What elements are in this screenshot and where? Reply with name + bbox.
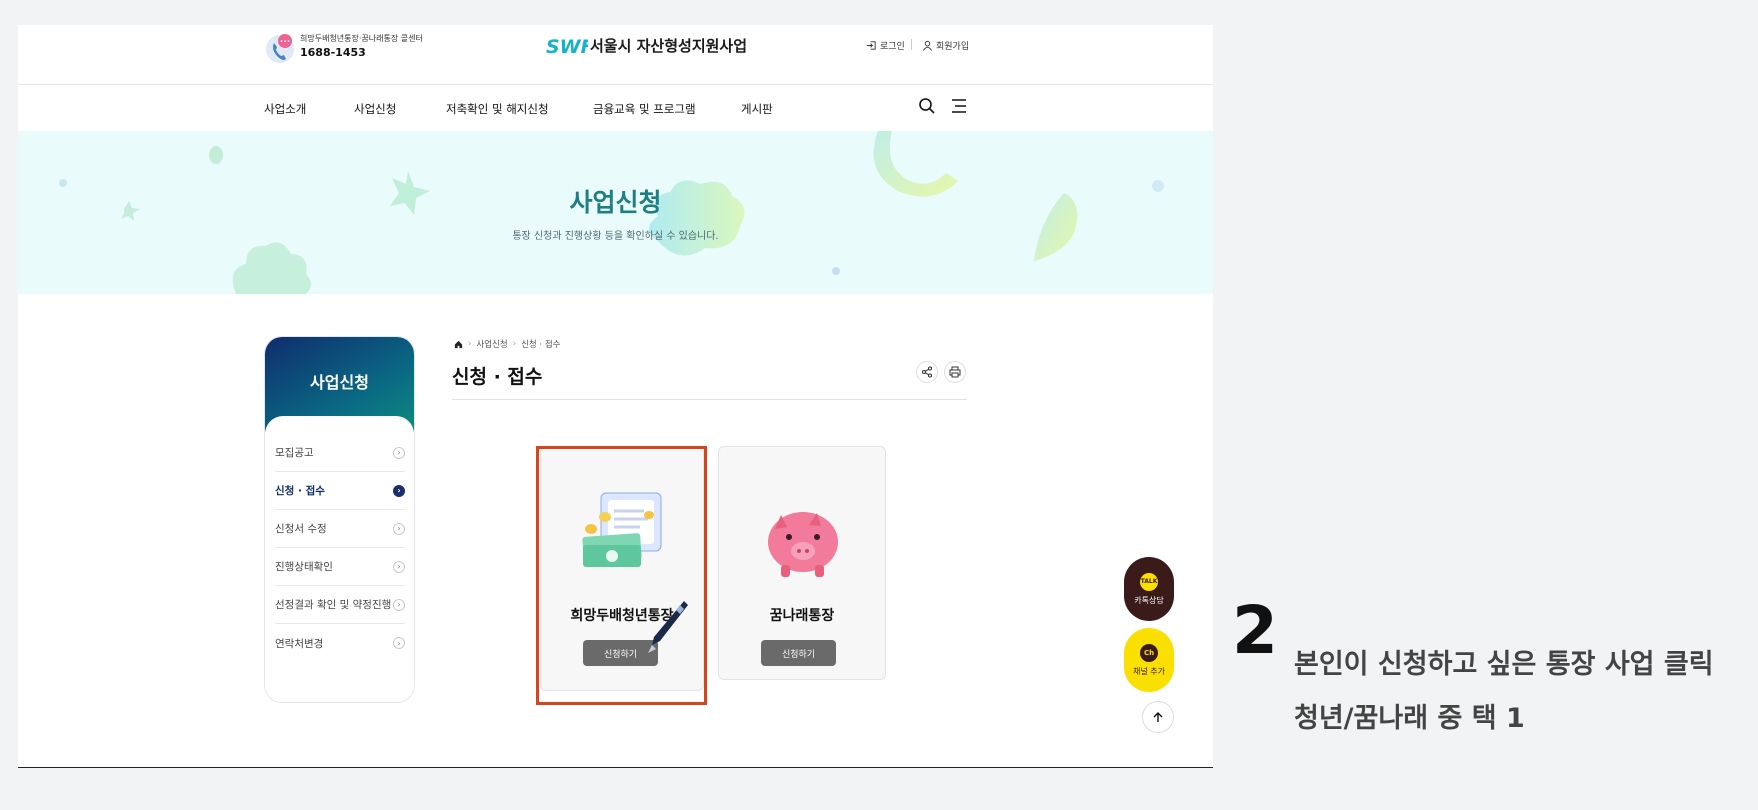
chevron-right-icon: ›: [393, 598, 405, 611]
side-nav-item-label: 연락처변경: [275, 637, 324, 650]
join-label: 회원가입: [936, 42, 970, 52]
breadcrumb-separator: ›: [468, 339, 472, 349]
product-card-title: 꿈나래통장: [769, 608, 835, 624]
top-header: ••• 희망두배청년통장·꿈나래통장 콜센터 1688-1453 SWF 서울시…: [18, 25, 1213, 85]
side-nav-item-label: 신청서 수정: [275, 523, 327, 535]
breadcrumb-item[interactable]: 사업신청: [476, 338, 507, 350]
menu-icon[interactable]: [950, 97, 968, 115]
breadcrumb-separator: ›: [512, 339, 517, 349]
logo-mark-icon[interactable]: SWF: [546, 35, 588, 57]
title-divider: [452, 399, 967, 400]
kakao-channel-icon: Ch: [1140, 643, 1158, 662]
logo-mark-text: SWF: [546, 36, 588, 57]
arrow-up-icon: [1153, 712, 1163, 722]
step-number: 2: [1232, 592, 1278, 669]
side-nav-item-notice[interactable]: 모집공고 ›: [275, 434, 405, 472]
callcenter-label: 희망두배청년통장·꿈나래통장 콜센터: [300, 34, 423, 43]
page-title: 신청 · 접수: [452, 366, 543, 388]
chevron-right-icon: ›: [393, 560, 405, 573]
pen-cursor-icon: [648, 601, 688, 653]
share-icon: [922, 366, 932, 378]
chevron-right-icon: ›: [393, 484, 405, 497]
side-nav-item-apply[interactable]: 신청 · 접수 ›: [275, 472, 405, 510]
browser-page: ••• 희망두배청년통장·꿈나래통장 콜센터 1688-1453 SWF 서울시…: [18, 25, 1213, 768]
user-icon: [922, 40, 933, 51]
side-nav-item-status[interactable]: 진행상태확인 ›: [275, 548, 405, 586]
product-card-dream[interactable]: 꿈나래통장 신청하기: [718, 446, 886, 680]
chevron-right-icon: ›: [393, 522, 405, 535]
print-icon: [949, 366, 961, 378]
gnb-item-apply[interactable]: 사업신청: [354, 101, 396, 117]
util-divider: [911, 39, 912, 50]
side-nav-item-label: 모집공고: [275, 447, 314, 459]
selection-highlight-box: [536, 446, 707, 705]
side-nav-list: 모집공고 › 신청 · 접수 › 신청서 수정 › 진행상태확인 › 선정결과 …: [265, 416, 414, 702]
gnb-item-board[interactable]: 게시판: [741, 101, 773, 117]
banner-subtitle: 통장 신청과 진행상황 등을 확인하실 수 있습니다.: [512, 231, 719, 242]
side-nav-title: 사업신청: [310, 373, 369, 392]
scroll-top-button[interactable]: [1142, 701, 1174, 733]
side-nav-item-label: 신청 · 접수: [275, 485, 325, 497]
chevron-right-icon: ›: [393, 446, 405, 459]
side-navigation: 사업신청 모집공고 › 신청 · 접수 › 신청서 수정 › 진행상태확인 › …: [264, 336, 415, 703]
gnb-item-intro[interactable]: 사업소개: [264, 101, 306, 117]
print-button[interactable]: [944, 361, 966, 383]
apply-button[interactable]: 신청하기: [761, 640, 836, 666]
kakao-talk-consult-button[interactable]: TALK 카톡상담: [1124, 557, 1174, 621]
instruction-line-1: 본인이 신청하고 싶은 통장 사업 클릭: [1294, 649, 1714, 680]
piggy-bank-icon: [768, 512, 838, 577]
fab-label: 카톡상담: [1134, 595, 1164, 605]
breadcrumb: › 사업신청 › 신청 · 접수: [454, 338, 560, 350]
side-nav-item-label: 진행상태확인: [275, 561, 333, 573]
search-icon[interactable]: [918, 97, 936, 115]
login-label: 로그인: [880, 42, 905, 52]
share-button[interactable]: [916, 361, 938, 383]
login-icon: [866, 41, 876, 50]
side-nav-item-contact[interactable]: 연락처변경 ›: [275, 624, 405, 662]
join-link[interactable]: 회원가입: [922, 39, 969, 52]
banner-title: 사업신청: [569, 188, 662, 217]
kakao-channel-add-button[interactable]: Ch 채널 추가: [1124, 628, 1174, 692]
gnb-item-savings[interactable]: 저축확인 및 해지신청: [446, 101, 549, 117]
gnb-item-education[interactable]: 금융교육 및 프로그램: [593, 101, 696, 117]
side-nav-item-result[interactable]: 선정결과 확인 및 약정진행 ›: [275, 586, 405, 624]
chevron-right-icon: ›: [393, 637, 405, 649]
page-banner: 사업신청 통장 신청과 진행상황 등을 확인하실 수 있습니다.: [18, 131, 1213, 294]
kakao-talk-icon: TALK: [1140, 572, 1158, 591]
svg-text:•••: •••: [280, 39, 291, 46]
fab-label: 채널 추가: [1133, 666, 1165, 676]
side-nav-item-edit[interactable]: 신청서 수정 ›: [275, 510, 405, 548]
login-link[interactable]: 로그인: [866, 39, 905, 52]
callcenter-phone-icon: •••: [266, 34, 294, 63]
main-navigation: 사업소개 사업신청 저축확인 및 해지신청 금융교육 및 프로그램 게시판: [18, 85, 1213, 131]
callcenter-phone: 1688-1453: [300, 46, 366, 59]
logo-text[interactable]: 서울시 자산형성지원사업: [590, 35, 747, 56]
instruction-line-2: 청년/꿈나래 중 택 1: [1294, 703, 1525, 734]
breadcrumb-item[interactable]: 신청 · 접수: [521, 338, 560, 350]
home-icon[interactable]: [454, 340, 463, 349]
side-nav-item-label: 선정결과 확인 및 약정진행: [275, 599, 392, 611]
